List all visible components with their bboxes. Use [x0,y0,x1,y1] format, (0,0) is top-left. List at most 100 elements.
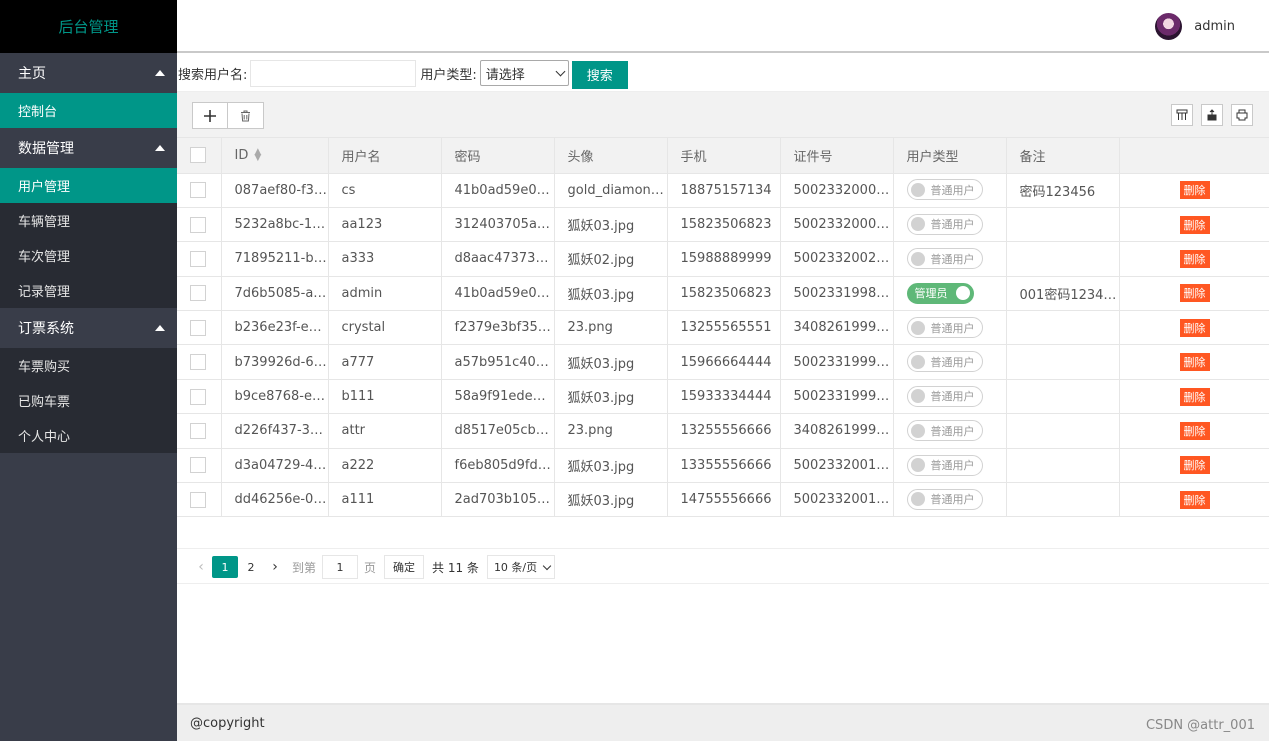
cell-user-type: 普通用户 [893,344,1007,380]
user-type-switch-label: 普通用户 [930,459,975,473]
sidebar-item-dashboard[interactable]: 控制台 [0,93,177,128]
sidebar-item-records[interactable]: 记录管理 [0,273,177,308]
row-checkbox[interactable] [190,216,206,233]
delete-row-button[interactable]: 删除 [1179,249,1210,268]
sidebar-item-vehicles[interactable]: 车辆管理 [0,203,177,238]
cell-username: aa123 [328,207,442,243]
user-type-switch[interactable]: 普通用户 [906,351,983,373]
row-checkbox[interactable] [190,250,206,267]
delete-row-button[interactable]: 删除 [1179,421,1210,440]
columns-filter-button[interactable] [1171,104,1193,126]
user-type-switch[interactable]: 普通用户 [906,420,983,442]
header-username[interactable]: admin [1194,19,1235,34]
user-type-switch-label: 普通用户 [930,252,975,266]
user-type-switch[interactable]: 普通用户 [906,179,983,201]
table-row[interactable]: 71895211-b… a333 d8aac47373… 狐妖02.jpg 159888… [177,241,1269,277]
cell-password: a57b951c40… [441,344,555,380]
table-row[interactable]: b9ce8768-e… b111 58a9f91edeb… 狐妖03.jpg 15933… [177,379,1269,415]
cell-note [1006,207,1120,243]
row-checkbox[interactable] [190,457,206,474]
row-checkbox[interactable] [190,319,206,336]
delete-row-button[interactable]: 删除 [1179,490,1210,509]
nav-group-home[interactable]: 主页 [0,53,177,93]
cell-avatar: 狐妖03.jpg [554,448,668,484]
user-type-switch[interactable]: 普通用户 [906,488,983,510]
add-button[interactable] [192,102,228,129]
page-size-select[interactable]: 10 条/页 [486,555,556,579]
nav-sub-data: 用户管理 车辆管理 车次管理 记录管理 [0,168,177,308]
row-select-cell [177,413,222,449]
sidebar-item-trips[interactable]: 车次管理 [0,238,177,273]
user-type-switch-label: 普通用户 [930,355,975,369]
row-checkbox[interactable] [190,285,206,302]
user-type-switch[interactable]: 普通用户 [906,317,983,338]
chevron-down-icon [542,561,552,570]
cell-phone: 15988889999 [667,241,781,277]
sidebar-item-users[interactable]: 用户管理 [0,168,177,203]
delete-row-button[interactable]: 删除 [1179,318,1210,337]
user-table: ID ▲ ▼ 用户名 密码 头像 手机 证件号 用户类型 备注 087aef80-f… [177,138,1269,518]
row-checkbox[interactable] [190,354,206,371]
sidebar-item-buy-ticket[interactable]: 车票购买 [0,348,177,383]
chevron-down-icon [555,66,566,76]
table-row[interactable]: 7d6b5085-a… admin 41b0ad59e0… 狐妖03.jpg 15823… [177,276,1269,312]
nav-group-booking[interactable]: 订票系统 [0,308,177,348]
app-logo-title: 后台管理 [0,0,177,53]
prev-page-icon[interactable]: ‹ [190,559,212,575]
switch-knob [910,182,925,197]
select-all-cell [177,138,222,174]
cell-id: 087aef80-f3… [221,173,329,208]
user-type-switch[interactable]: 普通用户 [906,454,983,476]
row-checkbox[interactable] [190,422,206,439]
goto-confirm-button[interactable]: 确定 [384,555,425,579]
row-checkbox[interactable] [190,182,206,199]
user-type-switch[interactable]: 普通用户 [906,385,983,407]
user-menu[interactable]: admin [1155,13,1235,40]
goto-page-input[interactable]: 1 [322,555,359,579]
delete-row-button[interactable]: 删除 [1179,215,1210,234]
table-row[interactable]: b236e23f-e… crystal f2379e3bf35… 23.png 1325… [177,310,1269,346]
user-type-switch[interactable]: 管理员 [906,282,974,304]
nav-group-data[interactable]: 数据管理 [0,128,177,168]
delete-row-button[interactable]: 删除 [1179,284,1210,303]
total-count: 共 11 条 [432,560,479,575]
table-row[interactable]: 087aef80-f3… cs 41b0ad59e0… gold_diamon… 188… [177,173,1269,208]
pagination: ‹ 1 2 › 到第 1 页 确定 共 11 条 10 条/页 [190,555,556,579]
search-button[interactable]: 搜索 [571,60,628,89]
cell-avatar: 23.png [554,310,668,346]
export-button[interactable] [1201,104,1223,126]
row-checkbox[interactable] [190,388,206,405]
page-1[interactable]: 1 [212,556,238,578]
cell-idcard: 3408261999… [780,310,894,346]
page-2[interactable]: 2 [238,556,264,578]
print-button[interactable] [1231,104,1253,126]
table-row[interactable]: d3a04729-4… a222 f6eb805d9fd… 狐妖03.jpg 13355… [177,448,1269,484]
batch-delete-button[interactable] [228,102,264,129]
select-all-checkbox[interactable] [190,147,206,164]
cell-phone: 13255565551 [667,310,781,346]
row-checkbox[interactable] [190,491,206,508]
sidebar-item-my-tickets[interactable]: 已购车票 [0,383,177,418]
sort-icon[interactable]: ▲ ▼ [254,148,261,163]
next-page-icon[interactable]: › [264,559,286,575]
cell-actions: 删除 [1119,448,1269,484]
delete-row-button[interactable]: 删除 [1179,181,1210,200]
cell-username: a777 [328,344,442,380]
sidebar-item-profile[interactable]: 个人中心 [0,418,177,453]
user-type-switch[interactable]: 普通用户 [906,248,983,270]
table-row[interactable]: dd46256e-0… a111 2ad703b105… 狐妖03.jpg 147555… [177,482,1269,518]
avatar[interactable] [1155,13,1183,40]
delete-row-button[interactable]: 删除 [1179,387,1210,406]
user-type-select[interactable]: 请选择 [479,60,569,86]
username-search-input[interactable] [250,59,417,87]
table-row[interactable]: 5232a8bc-1… aa123 312403705a… 狐妖03.jpg 15823… [177,207,1269,243]
user-type-switch[interactable]: 普通用户 [906,213,983,235]
cell-id: b236e23f-e… [221,310,329,346]
table-row[interactable]: b739926d-6… a777 a57b951c40… 狐妖03.jpg 159666… [177,344,1269,380]
delete-row-button[interactable]: 删除 [1179,456,1210,475]
cell-password: 312403705a… [441,207,555,243]
delete-row-button[interactable]: 删除 [1179,353,1210,372]
table-row[interactable]: d226f437-3… attr d8517e05cb… 23.png 13255556… [177,413,1269,449]
col-header-id[interactable]: ID ▲ ▼ [221,138,329,174]
export-icon [1207,109,1217,121]
